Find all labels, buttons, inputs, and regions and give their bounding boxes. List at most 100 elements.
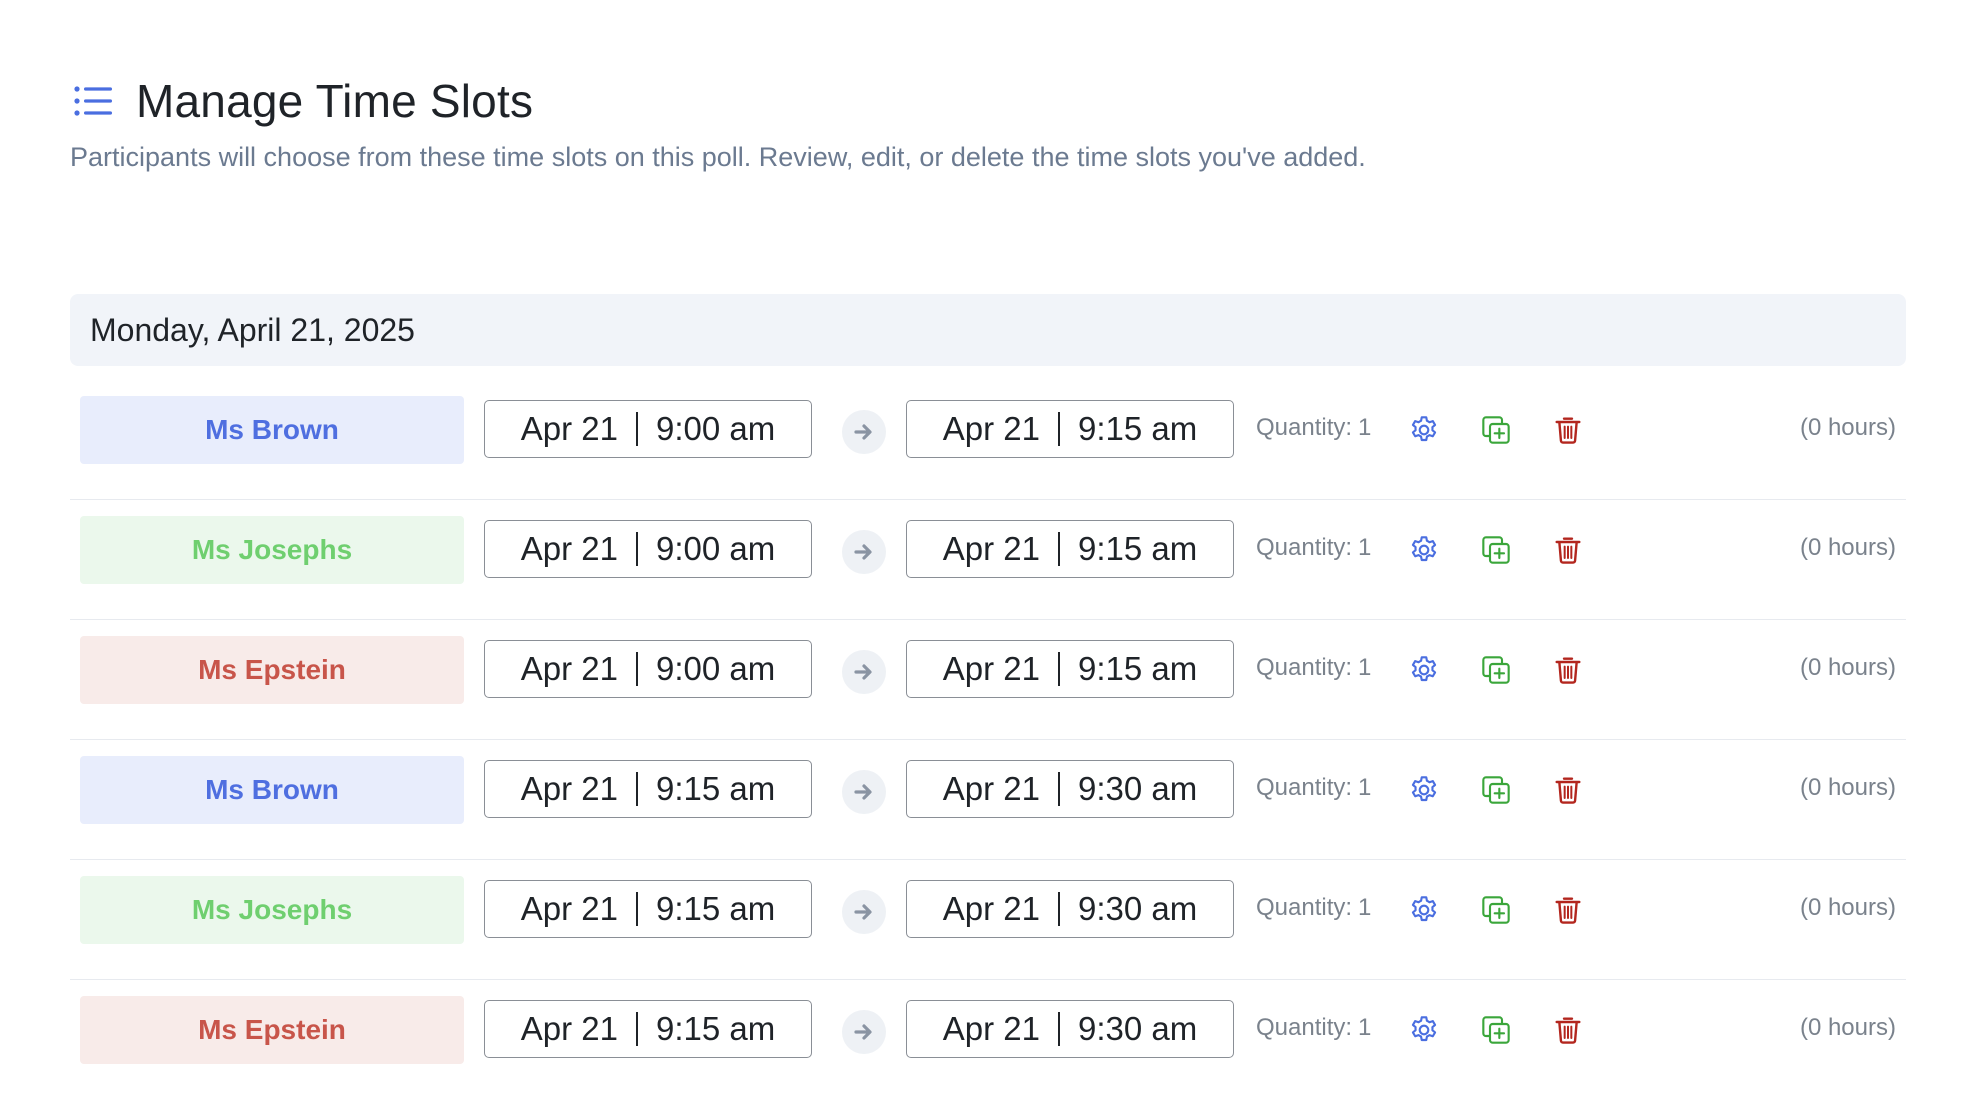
quantity-value: 1 (1358, 534, 1372, 561)
trash-icon (1555, 897, 1581, 924)
end-time: 9:30 am (1077, 890, 1198, 927)
duplicate-icon (1482, 536, 1510, 564)
trash-icon (1555, 777, 1581, 804)
end-datetime-field[interactable]: Apr 21 9:30 am (906, 1000, 1234, 1058)
gear-icon (1411, 896, 1437, 922)
arrow-right-icon-glyph (854, 664, 872, 680)
quantity-text: Quantity: 1 (1256, 534, 1371, 562)
duplicate-button[interactable] (1478, 772, 1514, 808)
gear-icon (1411, 1016, 1437, 1042)
duplicate-button[interactable] (1478, 652, 1514, 688)
duplicate-button[interactable] (1478, 532, 1514, 568)
duration-text: (0 hours) (1799, 774, 1896, 801)
datetime-separator (635, 892, 638, 926)
datetime-separator (635, 532, 638, 566)
delete-button[interactable] (1550, 652, 1586, 688)
arrow-right-icon-glyph (854, 544, 872, 560)
list-icon (74, 86, 112, 116)
day-header: Monday, April 21, 2025 (70, 294, 1906, 366)
start-date: Apr 21 (520, 1010, 618, 1047)
teacher-name: Ms Josephs (191, 894, 353, 925)
start-date: Apr 21 (520, 770, 618, 807)
end-datetime-field[interactable]: Apr 21 9:30 am (906, 760, 1234, 818)
start-time: 9:00 am (655, 650, 776, 687)
start-date: Apr 21 (520, 890, 618, 927)
settings-button[interactable] (1406, 772, 1442, 808)
arrow-right-icon (842, 1010, 886, 1054)
duration-text: (0 hours) (1799, 894, 1896, 921)
delete-button[interactable] (1550, 532, 1586, 568)
arrow-right-icon (842, 410, 886, 454)
end-time: 9:15 am (1077, 650, 1198, 687)
teacher-badge[interactable]: Ms Josephs (80, 876, 464, 944)
page-header: Manage Time Slots (72, 74, 533, 128)
settings-button[interactable] (1406, 652, 1442, 688)
teacher-badge[interactable]: Ms Epstein (80, 996, 464, 1064)
quantity-label: Quantity: (1256, 414, 1353, 441)
end-date: Apr 21 (942, 650, 1040, 687)
arrow-right-icon (842, 890, 886, 934)
duplicate-button[interactable] (1478, 1012, 1514, 1048)
start-date: Apr 21 (520, 410, 618, 447)
end-time: 9:15 am (1077, 410, 1198, 447)
quantity-value: 1 (1358, 414, 1372, 441)
start-time: 9:00 am (655, 410, 776, 447)
teacher-badge[interactable]: Ms Brown (80, 396, 464, 464)
delete-button[interactable] (1550, 892, 1586, 928)
delete-button[interactable] (1550, 412, 1586, 448)
teacher-badge[interactable]: Ms Brown (80, 756, 464, 824)
datetime-separator (1057, 652, 1060, 686)
datetime-separator (1057, 532, 1060, 566)
delete-button[interactable] (1550, 1012, 1586, 1048)
settings-button[interactable] (1406, 532, 1442, 568)
start-time: 9:15 am (655, 1010, 776, 1047)
trash-icon (1555, 537, 1581, 564)
quantity-text: Quantity: 1 (1256, 414, 1371, 442)
time-slot-row: Ms Epstein Apr 21 9:00 am Apr 21 9:15 am… (70, 620, 1906, 740)
datetime-separator (635, 412, 638, 446)
start-time: 9:15 am (655, 770, 776, 807)
teacher-name: Ms Brown (205, 414, 339, 445)
end-date: Apr 21 (942, 410, 1040, 447)
end-date: Apr 21 (942, 530, 1040, 567)
settings-button[interactable] (1406, 892, 1442, 928)
start-date: Apr 21 (520, 530, 618, 567)
quantity-value: 1 (1358, 654, 1372, 681)
teacher-badge[interactable]: Ms Josephs (80, 516, 464, 584)
time-slot-list: Ms Brown Apr 21 9:00 am Apr 21 9:15 am Q… (70, 380, 1906, 1100)
start-datetime-field[interactable]: Apr 21 9:15 am (484, 880, 812, 938)
start-datetime-field[interactable]: Apr 21 9:00 am (484, 640, 812, 698)
end-datetime-field[interactable]: Apr 21 9:15 am (906, 520, 1234, 578)
end-datetime-field[interactable]: Apr 21 9:15 am (906, 640, 1234, 698)
start-time: 9:15 am (655, 890, 776, 927)
quantity-label: Quantity: (1256, 1014, 1353, 1041)
quantity-value: 1 (1358, 774, 1372, 801)
teacher-name: Ms Epstein (198, 1014, 346, 1045)
time-slot-row: Ms Josephs Apr 21 9:15 am Apr 21 9:30 am… (70, 860, 1906, 980)
start-datetime-field[interactable]: Apr 21 9:15 am (484, 1000, 812, 1058)
datetime-separator (1057, 1012, 1060, 1046)
end-time: 9:30 am (1077, 1010, 1198, 1047)
delete-button[interactable] (1550, 772, 1586, 808)
quantity-label: Quantity: (1256, 534, 1353, 561)
time-slot-row: Ms Josephs Apr 21 9:00 am Apr 21 9:15 am… (70, 500, 1906, 620)
duplicate-button[interactable] (1478, 892, 1514, 928)
trash-icon (1555, 1017, 1581, 1044)
quantity-text: Quantity: 1 (1256, 894, 1371, 922)
duplicate-button[interactable] (1478, 412, 1514, 448)
end-datetime-field[interactable]: Apr 21 9:15 am (906, 400, 1234, 458)
time-slot-row: Ms Brown Apr 21 9:00 am Apr 21 9:15 am Q… (70, 380, 1906, 500)
settings-button[interactable] (1406, 1012, 1442, 1048)
start-date: Apr 21 (520, 650, 618, 687)
start-datetime-field[interactable]: Apr 21 9:00 am (484, 520, 812, 578)
duplicate-icon (1482, 896, 1510, 924)
datetime-separator (635, 652, 638, 686)
gear-icon (1411, 536, 1437, 562)
teacher-badge[interactable]: Ms Epstein (80, 636, 464, 704)
settings-button[interactable] (1406, 412, 1442, 448)
datetime-separator (1057, 412, 1060, 446)
start-datetime-field[interactable]: Apr 21 9:00 am (484, 400, 812, 458)
arrow-right-icon-glyph (854, 424, 872, 440)
start-datetime-field[interactable]: Apr 21 9:15 am (484, 760, 812, 818)
end-datetime-field[interactable]: Apr 21 9:30 am (906, 880, 1234, 938)
